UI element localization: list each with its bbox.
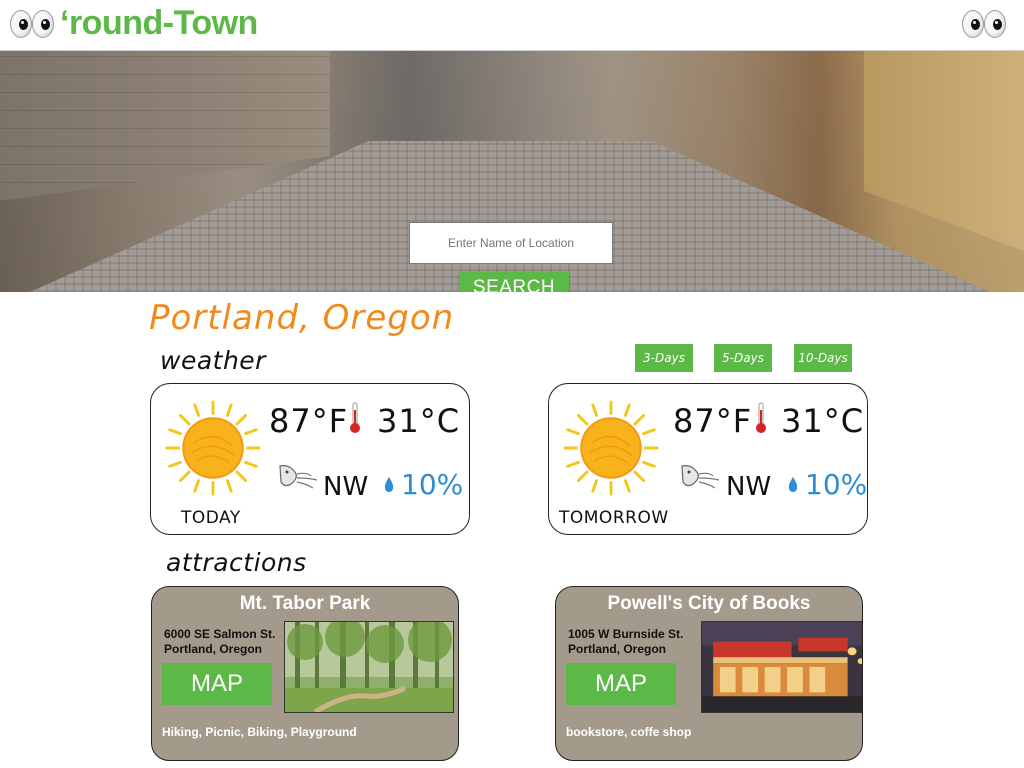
temp-fahrenheit: 87°F [673, 402, 753, 440]
wind-icon [279, 465, 318, 489]
attraction-tags: Hiking, Picnic, Biking, Playground [162, 725, 357, 739]
weather-card-tomorrow: 87°F 31°C NW 10% TOMORROW [548, 383, 868, 535]
attraction-card-powells[interactable]: Powell's City of Books 1005 W Burnside S… [555, 586, 863, 761]
sun-icon [165, 400, 261, 496]
attraction-address: 1005 W Burnside St. Portland, Oregon [568, 627, 683, 657]
eyes-logo-icon[interactable] [10, 10, 54, 38]
hero-wall-right [864, 51, 1024, 251]
temp-celsius: 31°C [377, 402, 461, 440]
day-label: TODAY [181, 508, 241, 528]
thermometer-icon [756, 402, 766, 433]
raindrop-icon [788, 477, 798, 492]
address-line2: Portland, Oregon [568, 642, 667, 656]
sun-icon [563, 400, 659, 496]
precipitation-chance: 10% [805, 468, 868, 501]
eye-icon [32, 10, 54, 38]
address-line1: 6000 SE Salmon St. [164, 627, 276, 641]
forecast-3-days-button[interactable]: 3-Days [635, 344, 693, 372]
eye-icon [962, 10, 984, 38]
address-line2: Portland, Oregon [164, 642, 263, 656]
thermometer-icon [350, 402, 360, 433]
bookstore-storefront-photo[interactable] [701, 621, 863, 713]
hero-banner: SEARCH [0, 51, 1024, 292]
attraction-card-mt-tabor[interactable]: Mt. Tabor Park 6000 SE Salmon St. Portla… [151, 586, 459, 761]
precipitation-chance: 10% [401, 468, 464, 501]
map-button[interactable]: MAP [162, 663, 272, 705]
address-line1: 1005 W Burnside St. [568, 627, 684, 641]
attraction-name[interactable]: Mt. Tabor Park [152, 593, 458, 615]
map-button[interactable]: MAP [566, 663, 676, 705]
raindrop-icon [384, 477, 394, 492]
weather-heading: weather [160, 346, 266, 375]
forest-park-photo[interactable] [284, 621, 454, 713]
app-title[interactable]: ‘round-Town [60, 4, 258, 43]
forecast-10-days-button[interactable]: 10-Days [794, 344, 852, 372]
day-label: TOMORROW [559, 508, 669, 528]
eye-icon [10, 10, 32, 38]
temp-fahrenheit: 87°F [269, 402, 349, 440]
wind-direction: NW [323, 472, 369, 502]
city-title: Portland, Oregon [149, 298, 455, 338]
eye-icon [984, 10, 1006, 38]
attraction-address: 6000 SE Salmon St. Portland, Oregon [164, 627, 275, 657]
wind-icon [681, 465, 720, 489]
wind-direction: NW [726, 472, 772, 502]
forecast-5-days-button[interactable]: 5-Days [714, 344, 772, 372]
attraction-name[interactable]: Powell's City of Books [556, 593, 862, 615]
temp-celsius: 31°C [781, 402, 865, 440]
weather-card-today: 87°F 31°C NW 10% TODAY [150, 383, 470, 535]
attraction-tags: bookstore, coffe shop [566, 725, 692, 739]
header-bar: ‘round-Town [0, 0, 1024, 51]
eyes-menu-icon[interactable] [962, 10, 1006, 38]
location-search-input[interactable] [409, 222, 613, 264]
attractions-heading: attractions [166, 548, 307, 577]
hero-wall-left [0, 51, 330, 201]
search-button[interactable]: SEARCH [459, 272, 569, 292]
